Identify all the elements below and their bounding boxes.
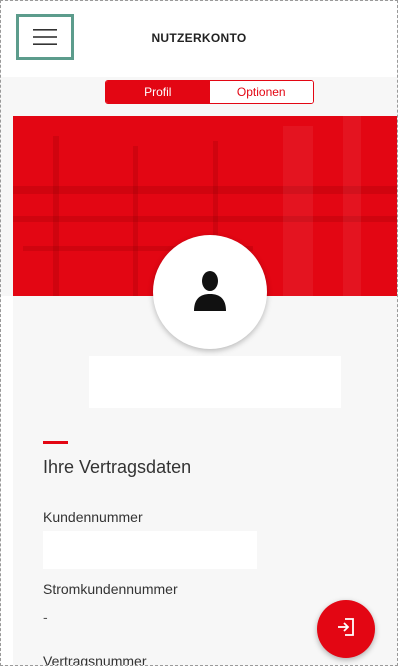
section-accent-line — [43, 441, 68, 444]
contract-section-title: Ihre Vertragsdaten — [43, 457, 192, 477]
tab-optionen[interactable]: Optionen — [209, 81, 313, 103]
field-label-vertragsnummer: Vertragsnummer — [43, 653, 147, 666]
avatar[interactable] — [153, 235, 267, 349]
tab-profil[interactable]: Profil — [106, 81, 210, 103]
left-gutter — [1, 296, 13, 665]
logout-button[interactable] — [317, 600, 375, 658]
field-label-kundennummer: Kundennummer — [43, 509, 143, 525]
field-value-kundennummer — [43, 531, 257, 569]
profile-options-segmented-control: Profil Optionen — [105, 80, 314, 104]
field-label-stromkundennummer: Stromkundennummer — [43, 581, 178, 597]
app-frame: NUTZERKONTO Profil Optionen Ihre Vertrag… — [0, 0, 398, 666]
page-title: NUTZERKONTO — [151, 31, 247, 45]
top-bar: NUTZERKONTO — [1, 1, 397, 77]
user-name-placeholder — [89, 356, 341, 408]
logout-icon — [336, 617, 356, 642]
field-value-stromkundennummer: - — [43, 609, 48, 625]
user-silhouette-icon — [190, 269, 230, 316]
